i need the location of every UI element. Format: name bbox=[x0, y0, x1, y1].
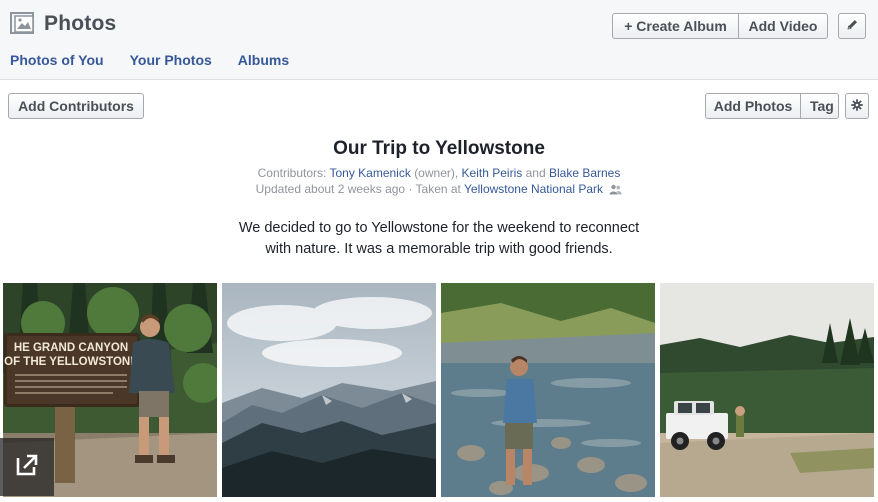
updated-text: Updated about 2 weeks ago · Taken at bbox=[255, 182, 461, 196]
settings-button[interactable] bbox=[845, 93, 869, 119]
photo-jeep-trail[interactable] bbox=[660, 283, 874, 497]
tag-button[interactable]: Tag bbox=[800, 94, 838, 118]
photos-icon bbox=[10, 12, 36, 36]
add-contributors-button[interactable]: Add Contributors bbox=[8, 93, 144, 119]
description-line-2: with nature. It was a memorable trip wit… bbox=[265, 241, 613, 257]
expand-icon bbox=[14, 452, 40, 483]
contributor-note-owner: (owner), bbox=[414, 166, 459, 180]
contributors-label: Contributors: bbox=[257, 166, 327, 180]
pencil-icon bbox=[846, 18, 859, 34]
contributor-link-blake[interactable]: Blake Barnes bbox=[549, 166, 620, 180]
photo-river-crossing[interactable] bbox=[441, 283, 655, 497]
sign-line-2: OF THE YELLOWSTONE bbox=[4, 356, 138, 368]
photos-header: Photos + Create Album Add Video Photos o… bbox=[0, 0, 878, 80]
gear-icon bbox=[851, 98, 863, 114]
album-title: Our Trip to Yellowstone bbox=[333, 138, 545, 159]
photos-tabs: Photos of You Your Photos Albums bbox=[10, 52, 315, 68]
sign-line-1: HE GRAND CANYON bbox=[14, 342, 128, 354]
photo-mountain-vista[interactable] bbox=[222, 283, 436, 497]
contributor-note-and: and bbox=[525, 166, 546, 180]
create-album-button[interactable]: + Create Album bbox=[613, 14, 738, 38]
contributors-line: Contributors: Tony Kamenick (owner), Kei… bbox=[0, 166, 878, 180]
expand-button[interactable] bbox=[0, 438, 54, 496]
album-video-group: + Create Album Add Video bbox=[612, 13, 828, 39]
photo-actions-group: Add Photos Tag bbox=[705, 93, 839, 119]
contributor-link-keith[interactable]: Keith Peiris bbox=[462, 166, 523, 180]
description-line-1: We decided to go to Yellowstone for the … bbox=[238, 220, 640, 236]
location-link[interactable]: Yellowstone National Park bbox=[464, 182, 603, 196]
add-video-button[interactable]: Add Video bbox=[738, 14, 827, 38]
contributor-link-tony[interactable]: Tony Kamenick bbox=[329, 166, 410, 180]
title-wrap: Photos bbox=[10, 10, 116, 38]
add-photos-button[interactable]: Add Photos bbox=[706, 94, 800, 118]
album-description: We decided to go to Yellowstone for the … bbox=[0, 218, 878, 260]
tab-photos-of-you[interactable]: Photos of You bbox=[10, 52, 104, 68]
tab-your-photos[interactable]: Your Photos bbox=[130, 52, 212, 68]
page-title: Photos bbox=[44, 12, 117, 35]
edit-button[interactable] bbox=[838, 13, 866, 39]
friends-icon[interactable] bbox=[609, 184, 622, 198]
updated-line: Updated about 2 weeks ago · Taken at Yel… bbox=[0, 182, 878, 198]
tab-albums[interactable]: Albums bbox=[238, 52, 289, 68]
